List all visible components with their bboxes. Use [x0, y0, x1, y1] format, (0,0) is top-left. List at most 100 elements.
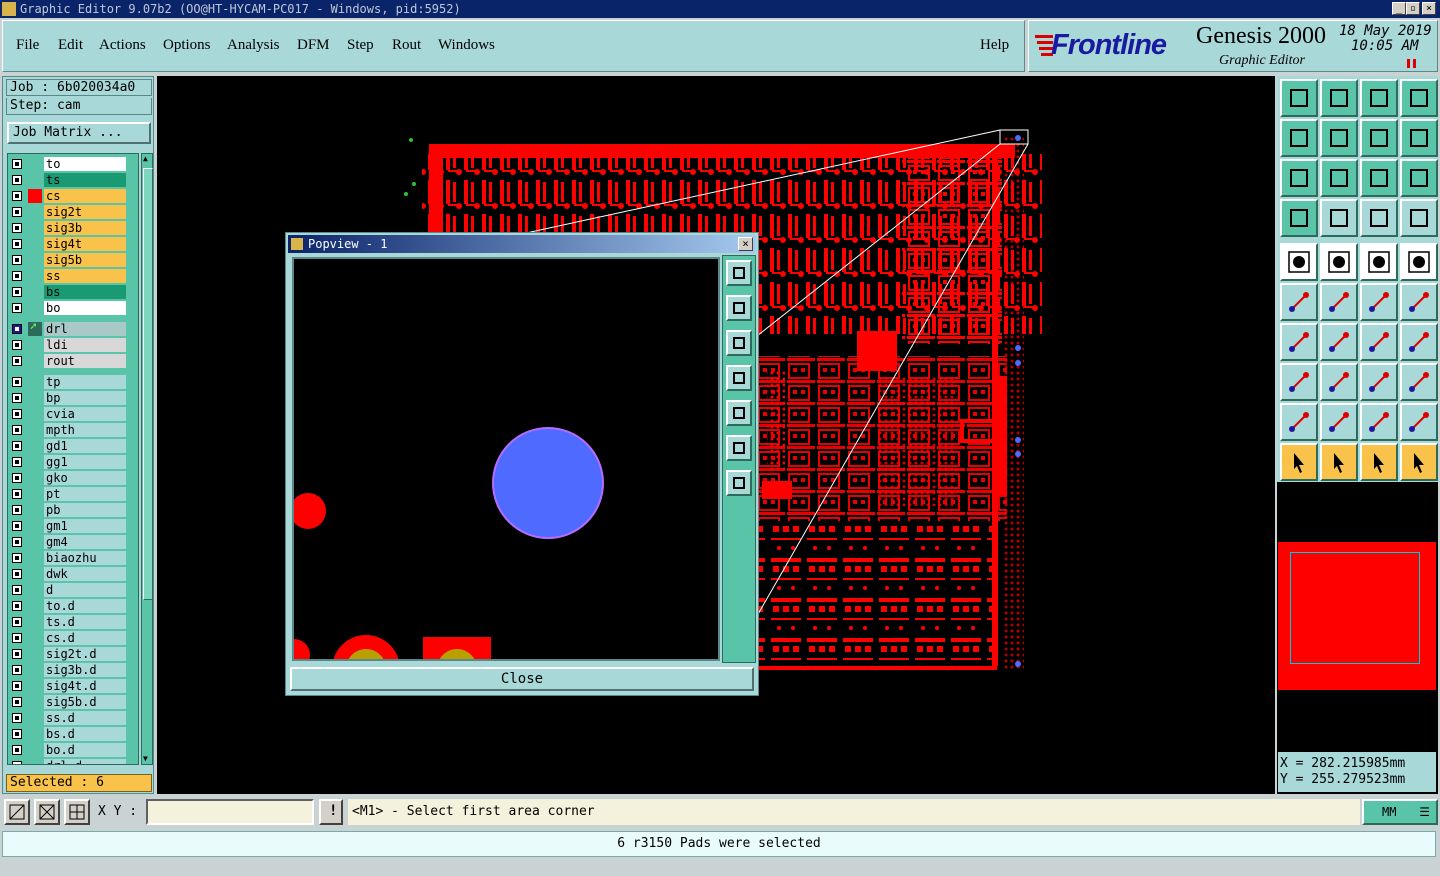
layer-name[interactable]: gg1: [44, 455, 126, 469]
layer-checkbox[interactable]: [12, 665, 22, 675]
layer-name[interactable]: cs.d: [44, 631, 126, 645]
layer-name[interactable]: d: [44, 583, 126, 597]
layer-row-d[interactable]: d: [8, 582, 138, 598]
layer-name[interactable]: rout: [44, 354, 126, 368]
layer-checkbox[interactable]: [12, 553, 22, 563]
layer-checkbox[interactable]: [12, 191, 22, 201]
layer-checkbox[interactable]: [12, 697, 22, 707]
layer-checkbox[interactable]: [12, 633, 22, 643]
menu-step[interactable]: Step: [347, 37, 374, 54]
layer-checkbox[interactable]: [12, 175, 22, 185]
layer-color-swatch[interactable]: [28, 647, 42, 661]
layer-row-sig5b-d[interactable]: sig5b.d: [8, 694, 138, 710]
layer-row-to-d[interactable]: to.d: [8, 598, 138, 614]
slash-icon[interactable]: [1320, 323, 1358, 361]
layer-checkbox[interactable]: [12, 457, 22, 467]
layer-name[interactable]: sig4t: [44, 237, 126, 251]
layer-row-gko[interactable]: gko: [8, 470, 138, 486]
layer-checkbox[interactable]: [12, 223, 22, 233]
menu-file[interactable]: File: [16, 37, 39, 54]
select-b-icon[interactable]: [1360, 443, 1398, 481]
rotate-icon[interactable]: [1320, 243, 1358, 281]
layer-name[interactable]: ts: [44, 173, 126, 187]
layer-checkbox[interactable]: [12, 473, 22, 483]
layer-color-swatch[interactable]: [28, 375, 42, 389]
pointer-icon[interactable]: [1280, 443, 1318, 481]
zoom-center-icon[interactable]: [1320, 159, 1358, 197]
angle-icon[interactable]: [1280, 403, 1318, 441]
layer-row-bp[interactable]: bp: [8, 390, 138, 406]
bridge-icon[interactable]: [1400, 403, 1438, 441]
layer-checkbox[interactable]: [12, 207, 22, 217]
layer-checkbox[interactable]: [12, 324, 22, 334]
layer-name[interactable]: pb: [44, 503, 126, 517]
layer-color-swatch[interactable]: [28, 583, 42, 597]
layer-color-swatch[interactable]: [28, 391, 42, 405]
layer-row-tp[interactable]: tp: [8, 374, 138, 390]
layer-name[interactable]: mpth: [44, 423, 126, 437]
layer-color-swatch[interactable]: [28, 407, 42, 421]
layer-color-swatch[interactable]: [28, 423, 42, 437]
layer-color-swatch[interactable]: [28, 615, 42, 629]
popview-close-icon[interactable]: ×: [738, 237, 753, 251]
layer-color-swatch[interactable]: [28, 743, 42, 757]
layer-checkbox[interactable]: [12, 239, 22, 249]
route-icon[interactable]: [1400, 443, 1438, 481]
layer-checkbox[interactable]: [12, 441, 22, 451]
layer-name[interactable]: sig5b: [44, 253, 126, 267]
layer-color-swatch[interactable]: [28, 551, 42, 565]
popview-pan-left-icon[interactable]: [726, 365, 752, 391]
overview-viewport[interactable]: [1290, 552, 1420, 664]
layer-row-gm1[interactable]: gm1: [8, 518, 138, 534]
layer-row-bs-d[interactable]: bs.d: [8, 726, 138, 742]
layer-row-sig2t[interactable]: sig2t: [8, 204, 138, 220]
grid-snap-icon[interactable]: [64, 799, 90, 825]
select-icon[interactable]: [1320, 443, 1358, 481]
zoom-fit-icon[interactable]: [1280, 159, 1318, 197]
layer-color-swatch[interactable]: [28, 173, 42, 187]
layer-checkbox[interactable]: [12, 377, 22, 387]
maximize-button[interactable]: ▫: [1406, 2, 1420, 15]
layer-checkbox[interactable]: [12, 521, 22, 531]
menu-actions[interactable]: Actions: [99, 37, 146, 54]
layer-name[interactable]: tp: [44, 375, 126, 389]
layers-b-icon[interactable]: [1400, 199, 1438, 237]
popview-canvas[interactable]: [292, 257, 720, 661]
scroll-thumb[interactable]: [143, 168, 153, 600]
menu-help[interactable]: Help: [980, 37, 1009, 54]
layer-color-swatch[interactable]: [28, 599, 42, 613]
layer-color-swatch[interactable]: [28, 285, 42, 299]
layer-color-swatch[interactable]: [28, 711, 42, 725]
layer-name[interactable]: to: [44, 157, 126, 171]
menu-rout[interactable]: Rout: [392, 37, 421, 54]
pan-left-icon[interactable]: [1280, 119, 1318, 157]
units-select[interactable]: MM ☰: [1362, 799, 1438, 825]
alert-icon[interactable]: !: [319, 799, 343, 825]
layer-row-sig5b[interactable]: sig5b: [8, 252, 138, 268]
pad-icon[interactable]: [1400, 243, 1438, 281]
layer-name[interactable]: cs: [44, 189, 126, 203]
layer-checkbox[interactable]: [12, 713, 22, 723]
layer-row-sig4t-d[interactable]: sig4t.d: [8, 678, 138, 694]
pan-right-icon[interactable]: [1320, 119, 1358, 157]
flip-icon[interactable]: [1360, 119, 1398, 157]
triangle-icon[interactable]: [1320, 403, 1358, 441]
popview-zoom-icon[interactable]: [726, 260, 752, 286]
delete-icon[interactable]: [1320, 283, 1358, 321]
arch-icon[interactable]: [1360, 403, 1398, 441]
layer-row-bo[interactable]: bo: [8, 300, 138, 316]
menu-edit[interactable]: Edit: [58, 37, 83, 54]
layer-name[interactable]: gm1: [44, 519, 126, 533]
layer-name[interactable]: sig2t: [44, 205, 126, 219]
layer-color-swatch[interactable]: [28, 354, 42, 368]
layer-name[interactable]: sig2t.d: [44, 647, 126, 661]
dash-icon[interactable]: [1320, 363, 1358, 401]
layer-color-swatch[interactable]: [28, 439, 42, 453]
layer-row-mpth[interactable]: mpth: [8, 422, 138, 438]
layer-name[interactable]: gm4: [44, 535, 126, 549]
layer-row-ss-d[interactable]: ss.d: [8, 710, 138, 726]
layer-checkbox[interactable]: [12, 159, 22, 169]
layer-checkbox[interactable]: [12, 505, 22, 515]
close-window-button[interactable]: ×: [1422, 2, 1436, 15]
layer-checkbox[interactable]: [12, 617, 22, 627]
